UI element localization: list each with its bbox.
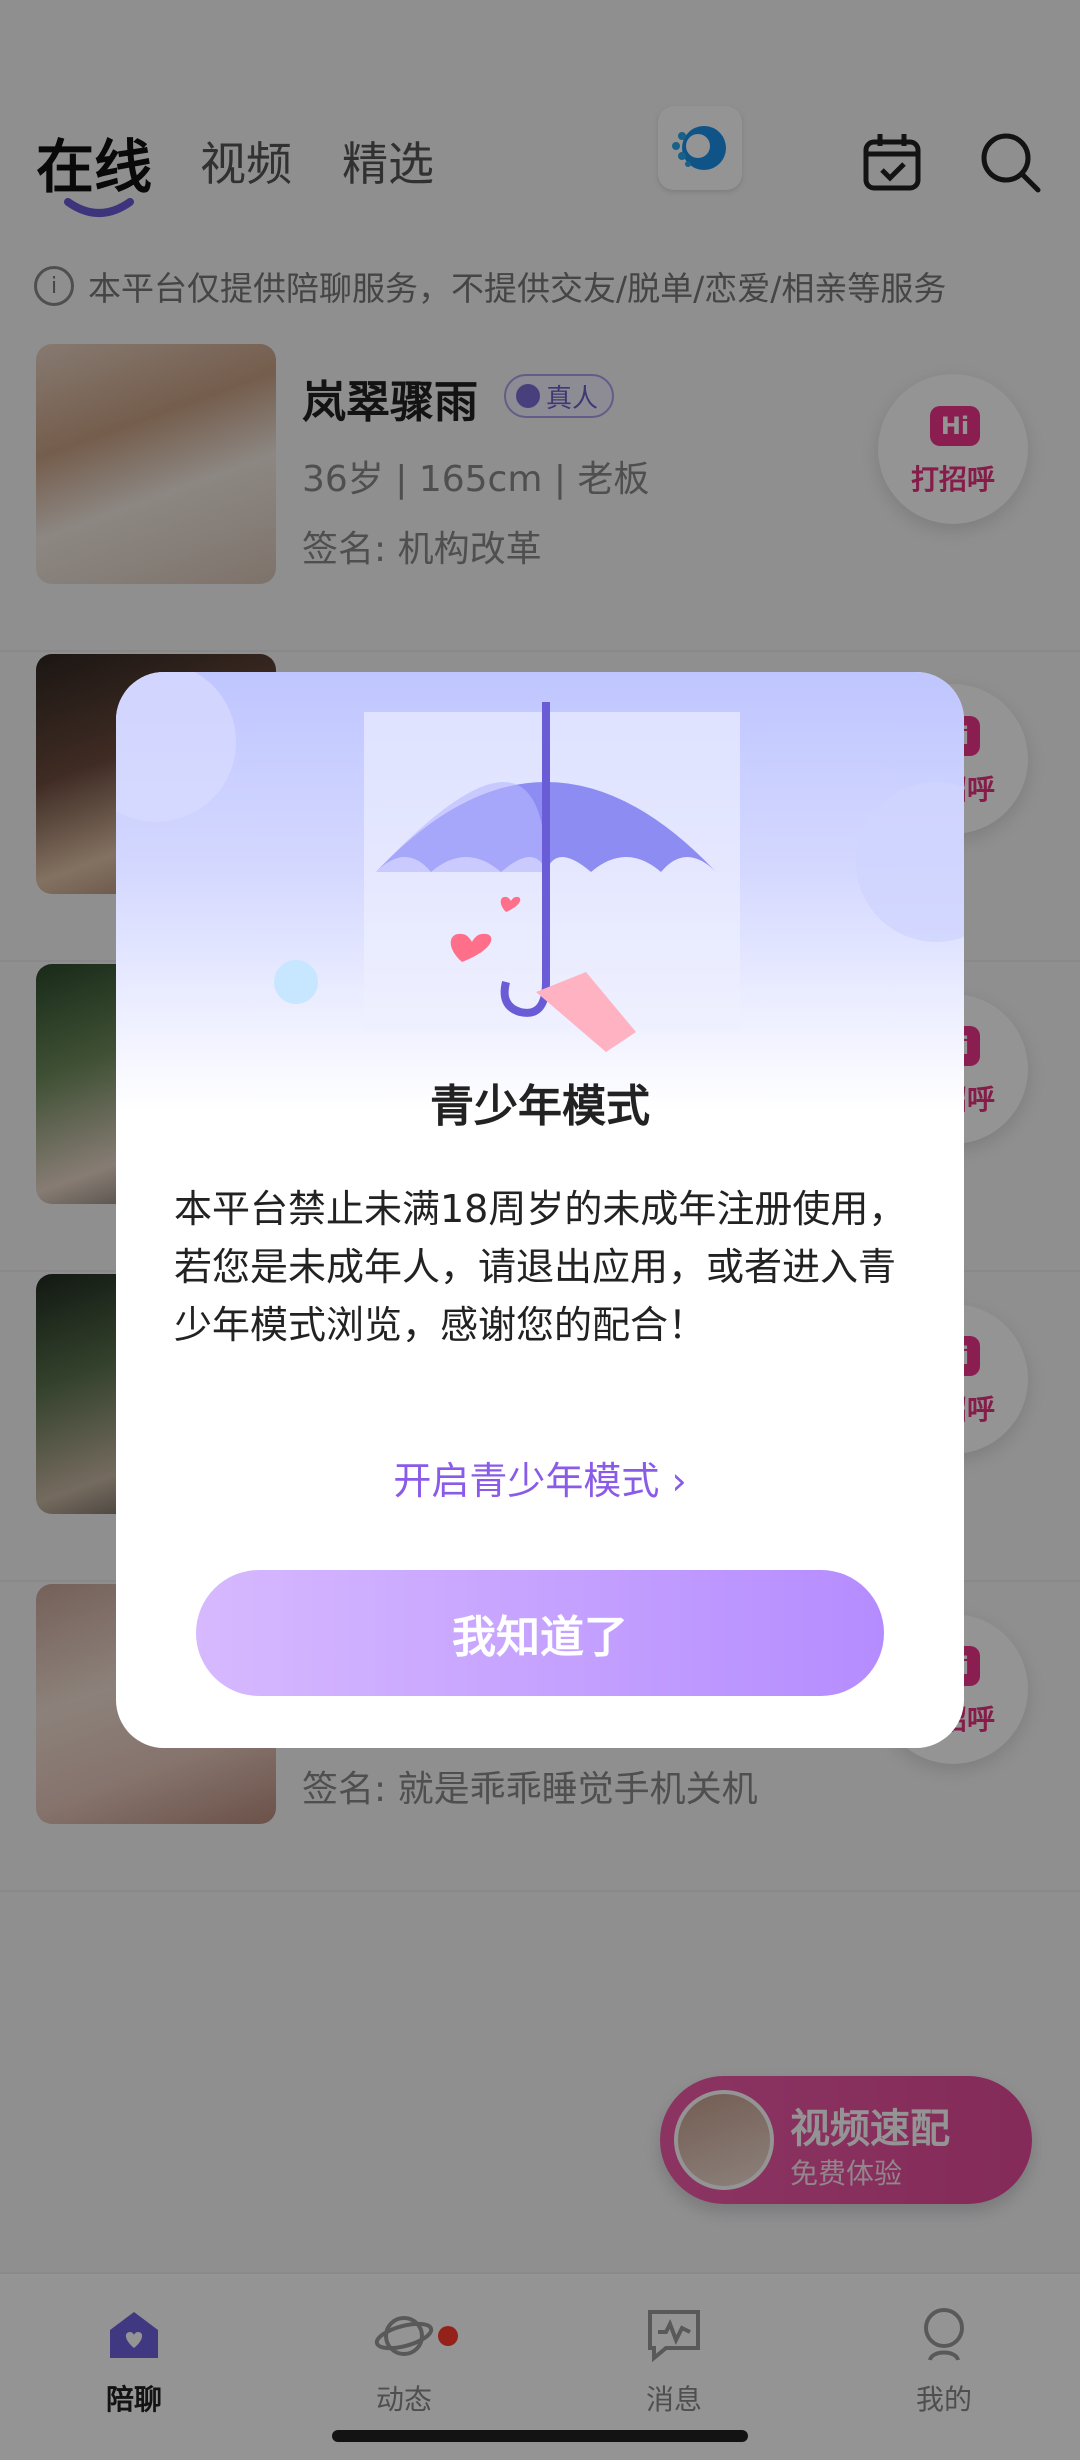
dialog-title: 青少年模式 xyxy=(430,1081,650,1132)
dialog-body: 本平台禁止未满18周岁的未成年注册使用，若您是未成年人，请退出应用，或者进入青少… xyxy=(174,1187,907,1347)
youth-mode-dialog: 青少年模式 本平台禁止未满18周岁的未成年注册使用，若您是未成年人，请退出应用，… xyxy=(116,672,964,1748)
acknowledge-button[interactable]: 我知道了 xyxy=(196,1570,884,1696)
enable-youth-mode-link[interactable]: 开启青少年模式 › xyxy=(116,1450,964,1505)
umbrella-illustration xyxy=(116,672,964,1112)
app-page: 在线 视频 精选 i 本平台仅提供陪聊服务，不提供交友/脱单/恋爱/相亲等服务 … xyxy=(0,0,1080,2462)
umbrella-icon xyxy=(116,672,964,1052)
